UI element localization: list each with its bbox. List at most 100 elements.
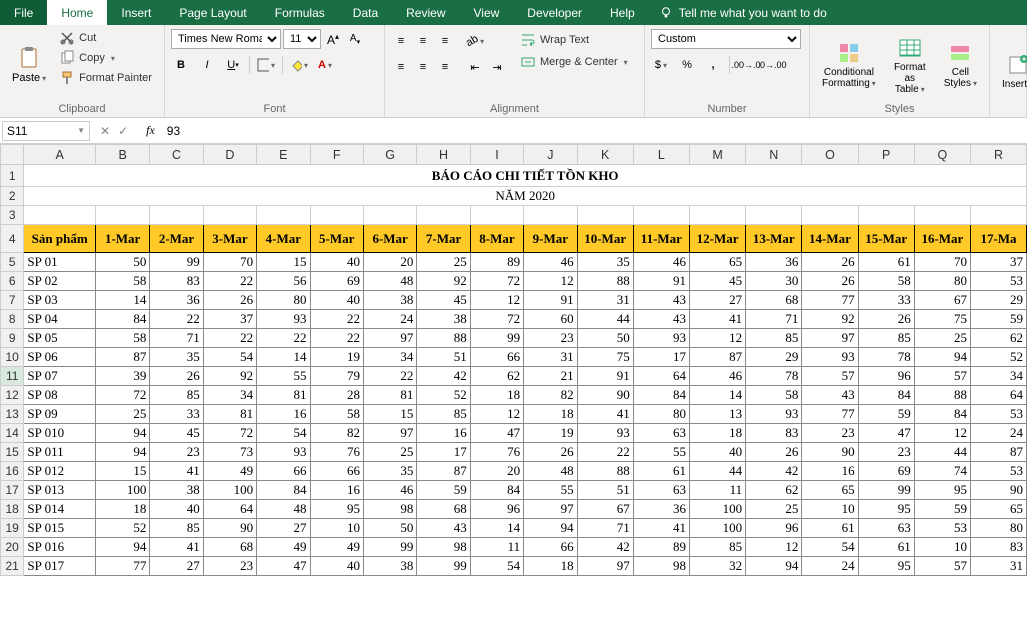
data-cell[interactable]: 12 (524, 272, 577, 291)
format-painter-button[interactable]: Format Painter (56, 69, 155, 87)
align-right-button[interactable]: ≡ (435, 57, 455, 77)
data-cell[interactable]: 69 (858, 462, 914, 481)
data-cell[interactable]: 16 (802, 462, 858, 481)
data-cell[interactable]: 92 (417, 272, 470, 291)
data-cell[interactable]: 47 (470, 424, 523, 443)
font-name-select[interactable]: Times New Roman (171, 29, 281, 49)
row-header[interactable]: 2 (1, 187, 24, 206)
data-cell[interactable]: 91 (524, 291, 577, 310)
table-header-cell[interactable]: Sản phẩm (24, 225, 96, 253)
data-cell[interactable]: 58 (95, 272, 149, 291)
data-cell[interactable]: 14 (689, 386, 745, 405)
column-header[interactable]: E (257, 145, 310, 165)
data-cell[interactable]: 78 (858, 348, 914, 367)
data-cell[interactable]: 87 (689, 348, 745, 367)
data-cell[interactable]: 61 (802, 519, 858, 538)
data-cell[interactable]: 83 (746, 424, 802, 443)
data-cell[interactable]: 71 (150, 329, 203, 348)
data-cell[interactable]: 61 (858, 253, 914, 272)
data-cell[interactable]: 75 (914, 310, 970, 329)
data-cell[interactable]: 22 (363, 367, 416, 386)
data-cell[interactable]: 77 (802, 291, 858, 310)
data-cell[interactable]: 13 (689, 405, 745, 424)
increase-font-button[interactable]: A▴ (323, 29, 343, 49)
data-cell[interactable]: 26 (746, 443, 802, 462)
data-cell[interactable]: 43 (802, 386, 858, 405)
data-cell[interactable]: 48 (257, 500, 310, 519)
data-cell[interactable]: 44 (914, 443, 970, 462)
data-cell[interactable]: 88 (577, 272, 633, 291)
data-cell[interactable]: 70 (203, 253, 256, 272)
copy-button[interactable]: Copy (56, 49, 155, 67)
data-cell[interactable]: 27 (150, 557, 203, 576)
data-cell[interactable]: 23 (802, 424, 858, 443)
data-cell[interactable]: 19 (524, 424, 577, 443)
data-cell[interactable]: 67 (914, 291, 970, 310)
data-cell[interactable]: 22 (203, 272, 256, 291)
row-header[interactable]: 7 (1, 291, 24, 310)
data-cell[interactable]: 42 (577, 538, 633, 557)
column-header[interactable]: P (858, 145, 914, 165)
column-header[interactable]: H (417, 145, 470, 165)
data-cell[interactable]: 99 (470, 329, 523, 348)
menu-tab-formulas[interactable]: Formulas (261, 0, 339, 25)
data-cell[interactable]: 66 (524, 538, 577, 557)
number-format-select[interactable]: Custom (651, 29, 801, 49)
data-cell[interactable]: 94 (95, 443, 149, 462)
data-cell[interactable]: 94 (746, 557, 802, 576)
data-cell[interactable]: 14 (470, 519, 523, 538)
data-cell[interactable]: 39 (95, 367, 149, 386)
data-cell[interactable]: 49 (203, 462, 256, 481)
data-cell[interactable]: 99 (150, 253, 203, 272)
data-cell[interactable]: 40 (310, 253, 363, 272)
data-cell[interactable]: 58 (95, 329, 149, 348)
data-cell[interactable]: 69 (310, 272, 363, 291)
accept-formula-button[interactable]: ✓ (118, 124, 128, 138)
data-cell[interactable]: 47 (858, 424, 914, 443)
column-header[interactable]: C (150, 145, 203, 165)
data-cell[interactable]: 33 (150, 405, 203, 424)
align-center-button[interactable]: ≡ (413, 57, 433, 77)
data-cell[interactable]: 32 (689, 557, 745, 576)
data-cell[interactable]: 31 (577, 291, 633, 310)
data-cell[interactable]: 94 (914, 348, 970, 367)
align-left-button[interactable]: ≡ (391, 57, 411, 77)
product-name-cell[interactable]: SP 06 (24, 348, 96, 367)
insert-cells-button[interactable]: Insert (996, 29, 1027, 113)
data-cell[interactable]: 77 (802, 405, 858, 424)
data-cell[interactable]: 77 (95, 557, 149, 576)
cell-styles-button[interactable]: Cell Styles (938, 29, 983, 101)
data-cell[interactable]: 82 (310, 424, 363, 443)
report-subtitle[interactable]: NĂM 2020 (24, 187, 1027, 206)
column-header[interactable]: N (746, 145, 802, 165)
data-cell[interactable]: 66 (257, 462, 310, 481)
data-cell[interactable]: 98 (417, 538, 470, 557)
data-cell[interactable]: 24 (970, 424, 1026, 443)
data-cell[interactable]: 37 (970, 253, 1026, 272)
table-header-cell[interactable]: 4-Mar (257, 225, 310, 253)
row-header[interactable]: 21 (1, 557, 24, 576)
product-name-cell[interactable]: SP 013 (24, 481, 96, 500)
data-cell[interactable]: 74 (914, 462, 970, 481)
product-name-cell[interactable]: SP 02 (24, 272, 96, 291)
align-top-button[interactable]: ≡ (391, 31, 411, 51)
data-cell[interactable]: 49 (257, 538, 310, 557)
menu-tab-home[interactable]: Home (47, 0, 107, 25)
data-cell[interactable]: 38 (363, 557, 416, 576)
column-header[interactable]: L (633, 145, 689, 165)
table-header-cell[interactable]: 14-Mar (802, 225, 858, 253)
data-cell[interactable]: 31 (970, 557, 1026, 576)
data-cell[interactable]: 81 (363, 386, 416, 405)
data-cell[interactable]: 58 (858, 272, 914, 291)
data-cell[interactable]: 84 (95, 310, 149, 329)
data-cell[interactable]: 16 (257, 405, 310, 424)
data-cell[interactable]: 93 (577, 424, 633, 443)
data-cell[interactable]: 25 (417, 253, 470, 272)
table-header-cell[interactable]: 3-Mar (203, 225, 256, 253)
table-header-cell[interactable]: 11-Mar (633, 225, 689, 253)
data-cell[interactable]: 12 (689, 329, 745, 348)
menu-tab-review[interactable]: Review (392, 0, 459, 25)
data-cell[interactable]: 100 (203, 481, 256, 500)
data-cell[interactable]: 99 (417, 557, 470, 576)
data-cell[interactable]: 16 (417, 424, 470, 443)
